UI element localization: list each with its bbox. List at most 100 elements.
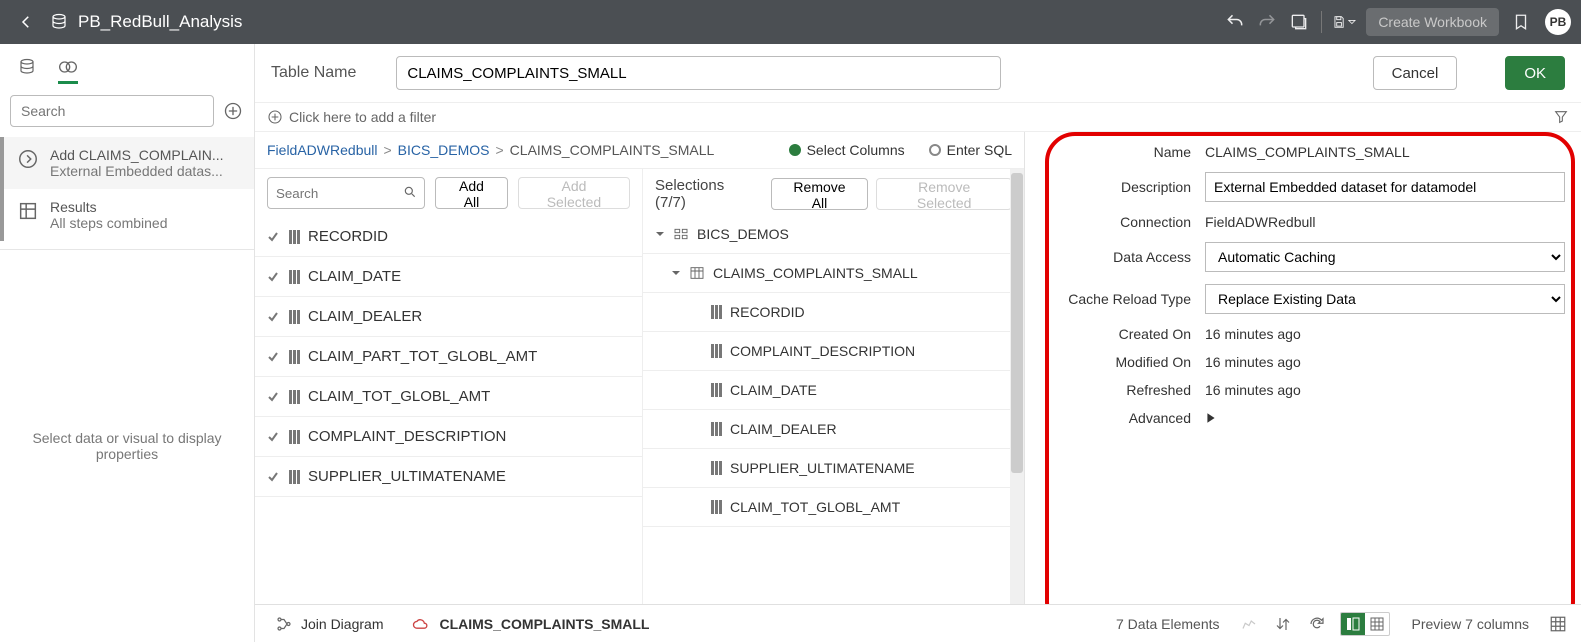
check-icon — [267, 231, 281, 243]
tree-column[interactable]: CLAIM_DEALER — [643, 410, 1024, 449]
refresh-icon[interactable] — [1306, 615, 1328, 633]
detail-dataaccess-select[interactable]: Automatic Caching — [1205, 242, 1565, 272]
sidebar-tab-join[interactable] — [58, 53, 78, 84]
sort-icon[interactable] — [1272, 615, 1294, 633]
table-icon — [689, 265, 705, 281]
add-all-button[interactable]: Add All — [435, 177, 508, 209]
detail-refreshed-value: 16 minutes ago — [1205, 382, 1565, 398]
cloud-icon — [411, 616, 431, 632]
remove-all-button[interactable]: Remove All — [771, 178, 869, 210]
detail-connection-label: Connection — [1041, 214, 1191, 230]
column-item[interactable]: CLAIM_TOT_GLOBL_AMT — [255, 377, 642, 417]
table-name-input[interactable] — [396, 56, 1001, 90]
left-sidebar: Add CLAIMS_COMPLAIN...External Embedded … — [0, 44, 255, 642]
column-icon — [711, 383, 722, 397]
tree-schema[interactable]: BICS_DEMOS — [643, 215, 1024, 254]
main-area: Table Name Cancel OK Click here to add a… — [255, 44, 1581, 642]
column-icon — [711, 344, 722, 358]
create-workbook-button[interactable]: Create Workbook — [1366, 8, 1499, 36]
detail-name-value: CLAIMS_COMPLAINTS_SMALL — [1205, 144, 1565, 160]
detail-name-label: Name — [1041, 144, 1191, 160]
column-icon — [711, 305, 722, 319]
redo-icon[interactable] — [1251, 6, 1283, 38]
column-name: SUPPLIER_ULTIMATENAME — [308, 468, 506, 485]
save-button[interactable] — [1328, 6, 1360, 38]
ok-button[interactable]: OK — [1505, 56, 1565, 90]
column-icon — [289, 470, 300, 484]
detail-refreshed-label: Refreshed — [1041, 382, 1191, 398]
breadcrumb-connection[interactable]: FieldADWRedbull — [267, 142, 377, 158]
breadcrumb-table: CLAIMS_COMPLAINTS_SMALL — [510, 142, 715, 158]
metadata-view-icon[interactable] — [1341, 613, 1365, 635]
column-item[interactable]: CLAIM_DATE — [255, 257, 642, 297]
column-name: COMPLAINT_DESCRIPTION — [308, 428, 506, 445]
tab-join-diagram[interactable]: Join Diagram — [267, 611, 391, 637]
database-icon — [50, 13, 68, 31]
view-toggle[interactable] — [1340, 612, 1390, 636]
join-diagram-icon — [275, 615, 293, 633]
tree-table[interactable]: CLAIMS_COMPLAINTS_SMALL — [643, 254, 1024, 293]
search-icon — [403, 185, 417, 199]
sidebar-tab-db[interactable] — [18, 52, 36, 85]
preview-icon[interactable] — [1283, 6, 1315, 38]
column-item[interactable]: SUPPLIER_ULTIMATENAME — [255, 457, 642, 497]
column-icon — [711, 500, 722, 514]
tree-column[interactable]: CLAIM_TOT_GLOBL_AMT — [643, 488, 1024, 527]
filter-hint[interactable]: Click here to add a filter — [289, 109, 436, 125]
tree-column[interactable]: SUPPLIER_ULTIMATENAME — [643, 449, 1024, 488]
avatar[interactable]: PB — [1545, 9, 1571, 35]
back-button[interactable] — [10, 6, 42, 38]
undo-icon[interactable] — [1219, 6, 1251, 38]
sidebar-search-input[interactable] — [10, 95, 214, 127]
advanced-expand[interactable] — [1205, 412, 1565, 424]
column-name: CLAIM_DEALER — [308, 308, 422, 325]
filter-icon[interactable] — [1553, 109, 1569, 125]
step-item[interactable]: ResultsAll steps combined — [4, 189, 254, 241]
radio-select-columns[interactable]: Select Columns — [789, 142, 905, 158]
properties-panel-empty: Select data or visual to display propert… — [0, 249, 254, 642]
breadcrumb-schema[interactable]: BICS_DEMOS — [398, 142, 490, 158]
detail-cachereload-select[interactable]: Replace Existing Data — [1205, 284, 1565, 314]
column-icon — [711, 422, 722, 436]
step-item[interactable]: Add CLAIMS_COMPLAIN...External Embedded … — [4, 137, 254, 189]
add-filter-icon[interactable] — [267, 109, 283, 125]
detail-description-label: Description — [1041, 179, 1191, 195]
tab-active-table[interactable]: CLAIMS_COMPLAINTS_SMALL — [403, 612, 657, 636]
column-item[interactable]: CLAIM_DEALER — [255, 297, 642, 337]
bookmark-icon[interactable] — [1505, 6, 1537, 38]
table-icon[interactable] — [1547, 615, 1569, 633]
details-pane: NameCLAIMS_COMPLAINTS_SMALL Description … — [1025, 132, 1581, 642]
available-columns-list: RECORDIDCLAIM_DATE CLAIM_DEALER CLAIM_PART… — [255, 217, 642, 642]
detail-createdon-label: Created On — [1041, 326, 1191, 342]
remove-selected-button[interactable]: Remove Selected — [876, 178, 1012, 210]
tree-column[interactable]: CLAIM_DATE — [643, 371, 1024, 410]
detail-dataaccess-label: Data Access — [1041, 249, 1191, 265]
tree-column[interactable]: RECORDID — [643, 293, 1024, 332]
column-icon — [289, 270, 300, 284]
column-search-input[interactable] — [267, 177, 425, 209]
bottom-tabs: Join Diagram CLAIMS_COMPLAINTS_SMALL 7 D… — [255, 604, 1581, 642]
column-item[interactable]: COMPLAINT_DESCRIPTION — [255, 417, 642, 457]
tree-column[interactable]: COMPLAINT_DESCRIPTION — [643, 332, 1024, 371]
table-name-label: Table Name — [271, 64, 356, 82]
results-icon — [16, 199, 40, 223]
radio-enter-sql[interactable]: Enter SQL — [929, 142, 1012, 158]
check-icon — [267, 351, 281, 363]
collapse-icon — [671, 268, 681, 278]
preview-columns-count: Preview 7 columns — [1412, 616, 1530, 632]
detail-cachereload-label: Cache Reload Type — [1041, 291, 1191, 307]
column-item[interactable]: CLAIM_PART_TOT_GLOBL_AMT — [255, 337, 642, 377]
page-title: PB_RedBull_Analysis — [78, 12, 242, 32]
collapse-icon — [655, 229, 665, 239]
cancel-button[interactable]: Cancel — [1373, 56, 1458, 90]
add-selected-button[interactable]: Add Selected — [518, 177, 630, 209]
column-item[interactable]: RECORDID — [255, 217, 642, 257]
scrollbar[interactable] — [1010, 169, 1024, 642]
column-icon — [289, 230, 300, 244]
grid-view-icon[interactable] — [1365, 613, 1389, 635]
detail-description-input[interactable] — [1205, 172, 1565, 202]
edit-definition-icon[interactable] — [1238, 615, 1260, 633]
schema-icon — [673, 226, 689, 242]
detail-modifiedon-label: Modified On — [1041, 354, 1191, 370]
add-icon[interactable] — [222, 100, 244, 122]
